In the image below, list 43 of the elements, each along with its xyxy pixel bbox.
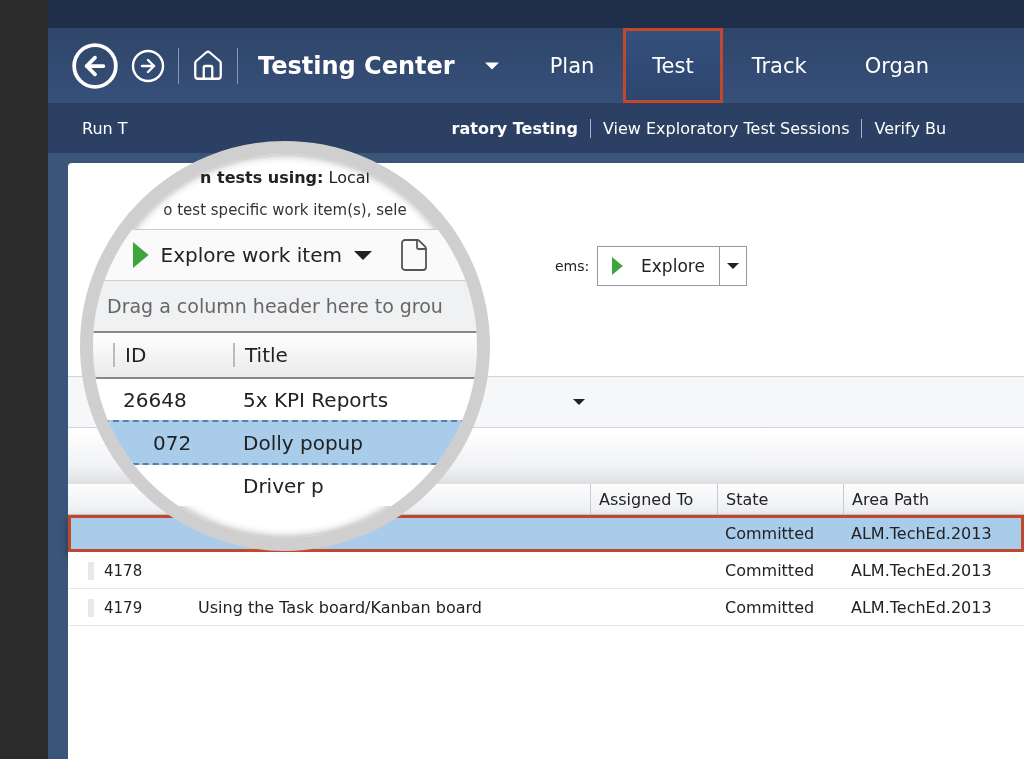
field-label: ems: (555, 258, 590, 274)
explore-split-button[interactable]: Explore (597, 246, 747, 286)
subnav-link[interactable]: View Exploratory Test Sessions (589, 118, 862, 138)
table-cell-text: Committed (724, 597, 816, 617)
table-cell-text: 26648 (122, 387, 187, 412)
table-cell-text: Using the Task board/Kanban board (197, 597, 482, 617)
column-header[interactable]: Title (233, 343, 477, 367)
table-cell-text: Committed (724, 523, 816, 543)
back-button[interactable] (70, 40, 120, 91)
explore-work-item-button[interactable]: Explore work item (123, 242, 382, 268)
caret-icon (726, 263, 739, 269)
hub-title: Testing Center (258, 51, 455, 80)
table-cell: 4179 (88, 598, 143, 617)
table-cell: 4178 (88, 561, 143, 580)
column-header[interactable]: Area Path (843, 484, 1024, 514)
instruction-text: o test specific work item(s), sele (163, 201, 407, 221)
table-cell-text: Committed (724, 560, 816, 580)
column-header[interactable]: Assigned To (590, 484, 717, 514)
table-cell-text: Driver p (242, 473, 325, 498)
subnav-link[interactable]: Verify Bu (861, 118, 959, 138)
play-icon (612, 257, 624, 275)
table-cell-text: 072 (152, 430, 192, 455)
nav-tab[interactable]: Plan (520, 28, 624, 103)
forward-button[interactable] (130, 47, 166, 84)
column-header[interactable]: ID (113, 343, 213, 367)
subnav-link[interactable]: Run T (70, 118, 140, 138)
table-cell-text: ALM.TechEd.2013 (850, 597, 993, 617)
table-cell-text: 5x KPI Reports (242, 387, 390, 412)
caret-icon (353, 250, 372, 260)
nav-tab[interactable]: Organ (835, 28, 958, 103)
column-header[interactable]: State (717, 484, 843, 514)
table-cell-text: ALM.TechEd.2013 (850, 523, 993, 543)
subnav-link[interactable]: ratory Testing (439, 118, 590, 138)
home-button[interactable] (191, 48, 225, 83)
run-settings-text: n tests using: Local (200, 168, 370, 187)
caret-icon[interactable] (484, 61, 499, 70)
group-by-hint: Drag a column header here to grou (93, 281, 477, 333)
play-icon (133, 242, 149, 268)
table-cell-text: Dolly popup (242, 430, 364, 455)
table-cell-text: ALM.TechEd.2013 (850, 560, 993, 580)
caret-icon (573, 399, 585, 405)
nav-tab[interactable]: Test (623, 28, 723, 103)
nav-tab[interactable]: Track (722, 28, 836, 103)
